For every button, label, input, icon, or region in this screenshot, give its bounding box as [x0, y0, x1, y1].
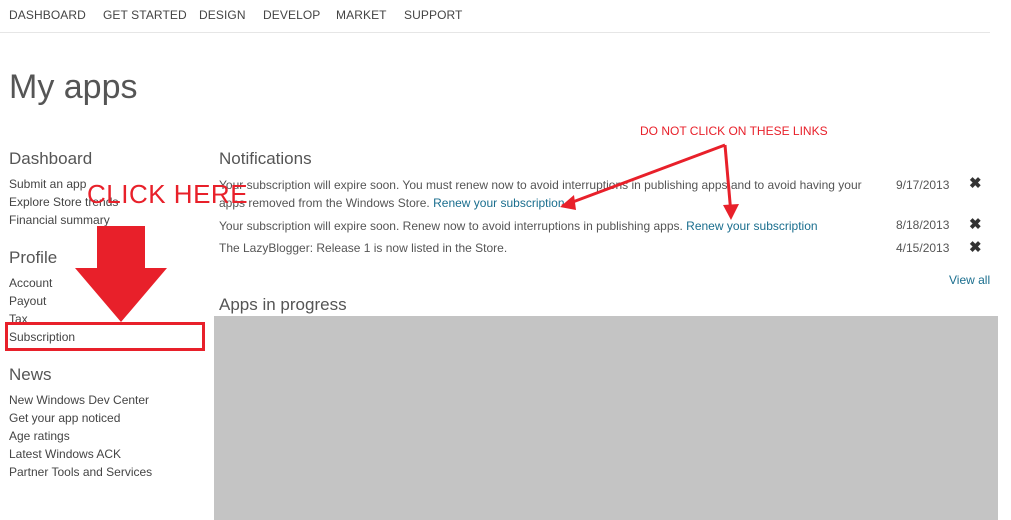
- arrow-line-icon: [723, 144, 733, 215]
- arrowhead-icon: [560, 195, 576, 210]
- annotation-arrows: [75, 143, 739, 322]
- down-arrow-icon: [75, 226, 167, 322]
- arrowhead-icon: [723, 204, 739, 220]
- arrow-line-icon: [561, 143, 726, 208]
